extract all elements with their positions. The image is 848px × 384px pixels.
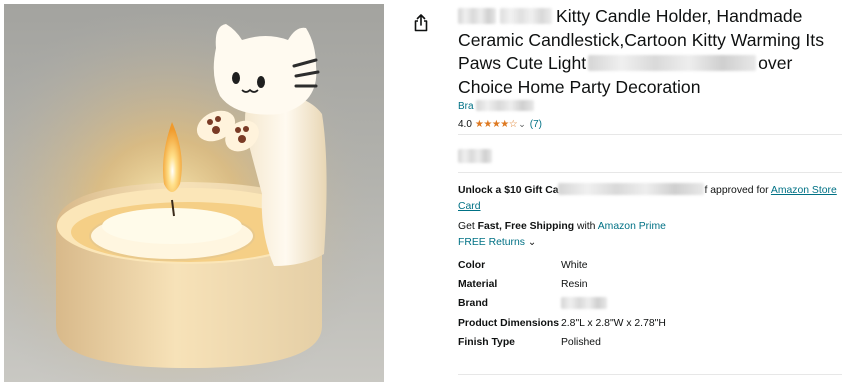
spec-key: Brand	[458, 298, 489, 309]
shipping-text: Fast, Free Shipping	[477, 221, 575, 232]
free-returns-link[interactable]: FREE Returns ⌄	[458, 237, 536, 248]
spec-value	[561, 297, 666, 317]
product-title: Kitty Candle Holder, Handmade Ceramic Ca…	[458, 5, 846, 99]
spec-value: White	[561, 260, 588, 271]
prime-link[interactable]: Amazon Prime	[598, 221, 666, 232]
product-image[interactable]	[4, 4, 384, 382]
gift-offer-text: Unlock a $10 Gift Ca	[458, 185, 559, 196]
redacted-text	[458, 8, 496, 24]
divider	[458, 172, 842, 173]
divider	[458, 374, 842, 375]
spec-value: 2.8"L x 2.8"W x 2.78"H	[561, 318, 666, 329]
spec-value: Polished	[561, 337, 601, 348]
returns-text: FREE Returns	[458, 237, 525, 248]
shipping-info: Get Fast, Free Shipping with Amazon Prim…	[458, 221, 666, 232]
product-photo	[4, 4, 384, 382]
rating-value: 4.0	[458, 119, 472, 130]
title-text: Kitty Candle Holder, Handmade	[556, 6, 803, 26]
spec-key: Material	[458, 279, 498, 290]
title-text: Choice Home Party Decoration	[458, 76, 701, 97]
title-text: Paws Cute Light	[458, 53, 587, 74]
brand-text: Bra	[458, 101, 474, 112]
gift-offer-text: f approved for	[704, 185, 771, 196]
spec-row: Product Dimensions 2.8"L x 2.8"W x 2.78"…	[458, 317, 666, 336]
shipping-text: with	[574, 221, 598, 232]
share-icon[interactable]	[413, 14, 429, 32]
spec-value: Resin	[561, 279, 588, 290]
spec-key: Finish Type	[458, 337, 515, 348]
star-icon[interactable]: ★★★★☆	[475, 119, 518, 130]
spec-key: Product Dimensions	[458, 318, 560, 329]
title-line: Choice Home Party Decoration	[458, 76, 846, 100]
redacted-price	[458, 149, 492, 163]
title-line: Paws Cute Light over	[458, 52, 846, 76]
gift-card-offer: Unlock a $10 Gift Ca f approved for Amazo…	[458, 183, 840, 215]
title-text: over	[758, 53, 793, 74]
shipping-text: Get	[458, 221, 478, 232]
redacted-text	[500, 8, 552, 24]
redacted-text	[588, 55, 757, 72]
brand-link[interactable]: Bra	[458, 100, 534, 112]
rating-row: 4.0 ★★★★☆ ⌄ (7)	[458, 119, 542, 130]
title-line: Kitty Candle Holder, Handmade	[458, 5, 846, 29]
spec-key: Color	[458, 260, 486, 271]
chevron-down-icon: ⌄	[527, 237, 537, 248]
title-text: Ceramic Candlestick,Cartoon Kitty Warmin…	[458, 29, 824, 50]
review-count-link[interactable]: (7)	[530, 119, 542, 130]
redacted-text	[475, 100, 534, 111]
spec-row: Brand	[458, 297, 666, 317]
redacted-text	[561, 297, 607, 309]
spec-row: Color White	[458, 259, 666, 278]
redacted-text	[558, 183, 705, 195]
divider	[458, 134, 842, 135]
title-line: Ceramic Candlestick,Cartoon Kitty Warmin…	[458, 29, 846, 53]
spec-row: Finish Type Polished	[458, 336, 666, 350]
chevron-down-icon[interactable]: ⌄	[518, 119, 526, 130]
product-specs: Color White Material Resin Brand Product…	[458, 259, 666, 350]
spec-row: Material Resin	[458, 278, 666, 297]
